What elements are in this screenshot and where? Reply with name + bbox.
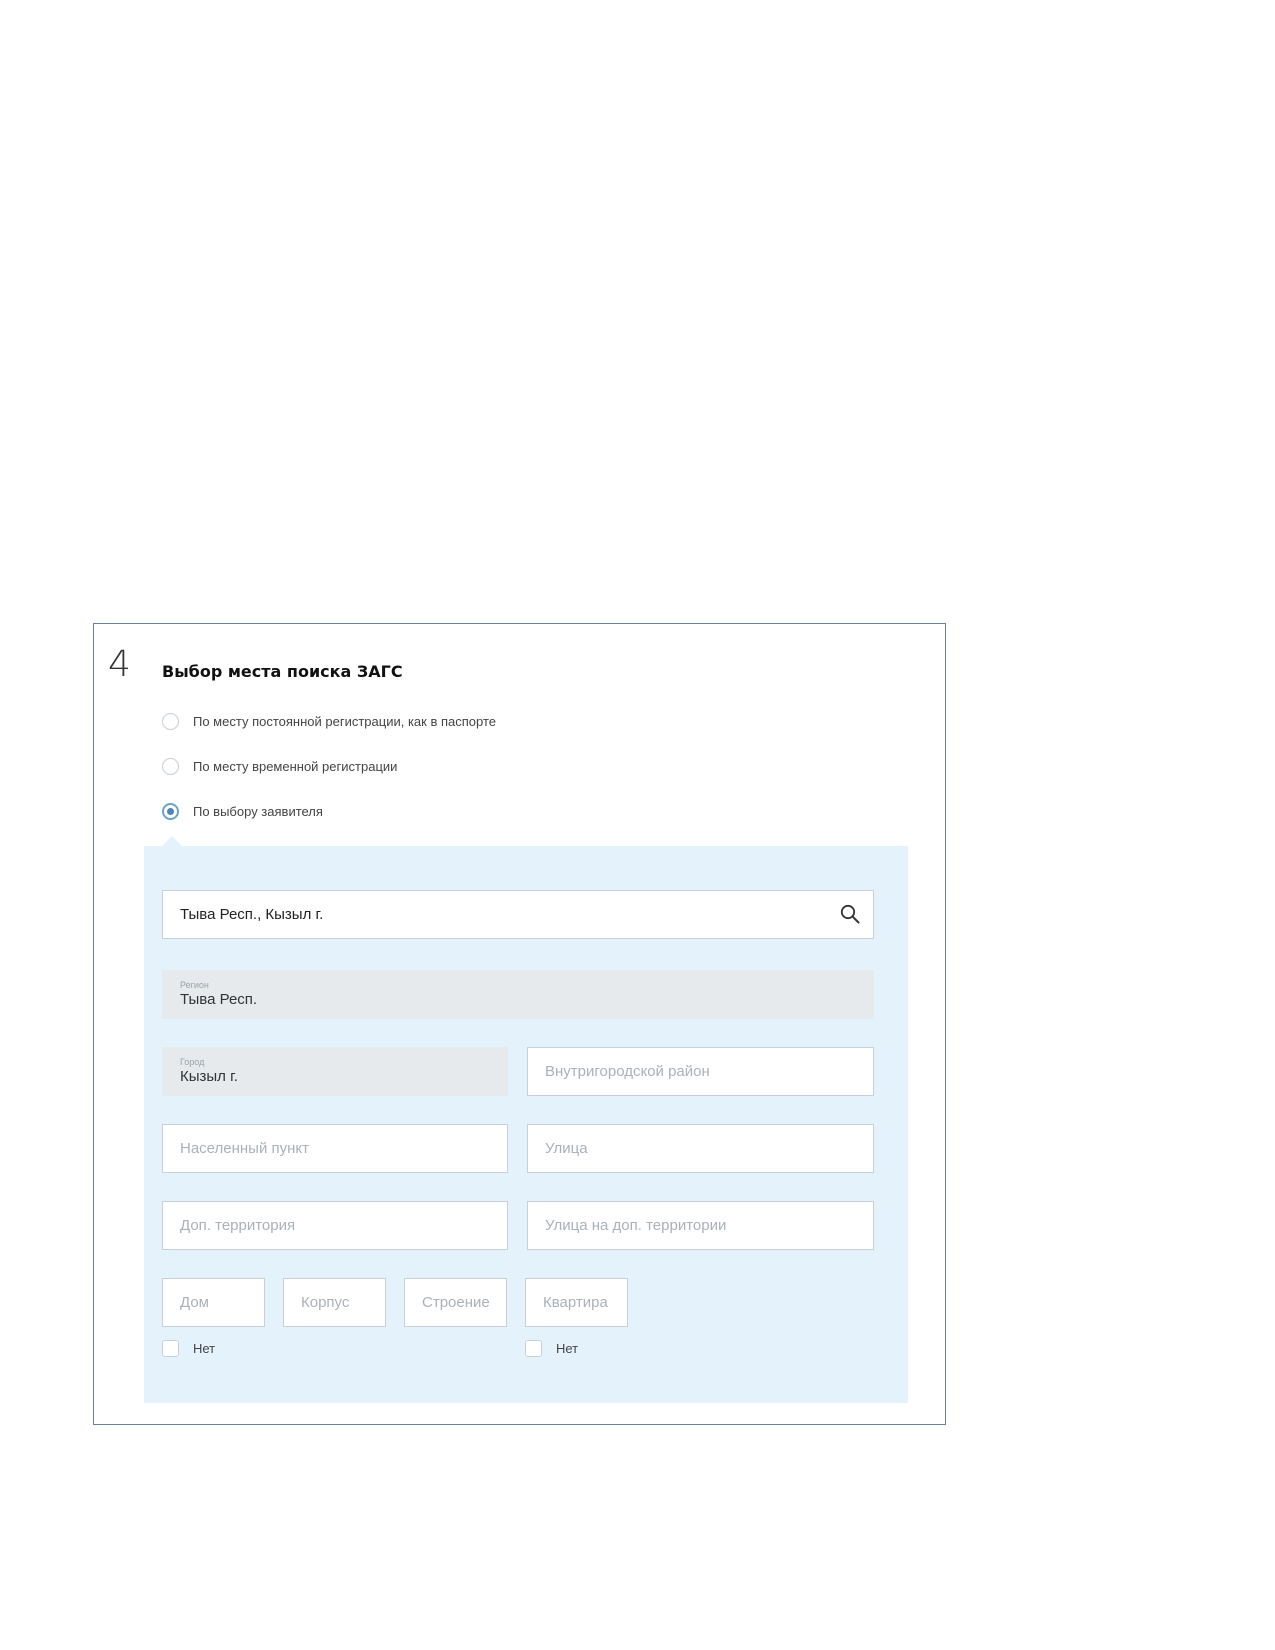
street-placeholder: Улица bbox=[545, 1140, 588, 1157]
step-number: 4 bbox=[108, 644, 131, 685]
district-placeholder: Внутригородской район bbox=[545, 1063, 710, 1080]
extra-territory-placeholder: Доп. территория bbox=[180, 1217, 296, 1234]
apartment-placeholder: Квартира bbox=[543, 1294, 608, 1311]
street-input[interactable]: Улица bbox=[527, 1124, 874, 1173]
city-field: Город Кызыл г. bbox=[162, 1047, 508, 1096]
city-value: Кызыл г. bbox=[180, 1067, 238, 1085]
building-input[interactable]: Корпус bbox=[283, 1278, 386, 1327]
city-label: Город bbox=[180, 1056, 205, 1067]
structure-placeholder: Строение bbox=[422, 1294, 490, 1311]
structure-input[interactable]: Строение bbox=[404, 1278, 507, 1327]
no-apartment-label: Нет bbox=[556, 1341, 579, 1356]
radio-permanent-registration[interactable]: По месту постоянной регистрации, как в п… bbox=[162, 713, 496, 730]
house-input[interactable]: Дом bbox=[162, 1278, 265, 1327]
extra-street-placeholder: Улица на доп. территории bbox=[545, 1217, 727, 1234]
house-placeholder: Дом bbox=[180, 1294, 209, 1311]
no-apartment-checkbox-row[interactable]: Нет bbox=[525, 1340, 578, 1357]
apartment-input[interactable]: Квартира bbox=[525, 1278, 628, 1327]
no-apartment-checkbox[interactable] bbox=[525, 1340, 542, 1357]
no-house-label: Нет bbox=[193, 1341, 216, 1356]
no-house-checkbox[interactable] bbox=[162, 1340, 179, 1357]
zags-search-place-section: 4 Выбор места поиска ЗАГС По месту посто… bbox=[93, 623, 946, 1425]
radio-button-selected[interactable] bbox=[162, 803, 179, 820]
district-input[interactable]: Внутригородской район bbox=[527, 1047, 874, 1096]
radio-applicant-choice[interactable]: По выбору заявителя bbox=[162, 803, 323, 820]
region-label: Регион bbox=[180, 979, 209, 990]
extra-territory-input[interactable]: Доп. территория bbox=[162, 1201, 508, 1250]
radio-button[interactable] bbox=[162, 713, 179, 730]
address-search-input[interactable]: Тыва Респ., Кызыл г. bbox=[162, 890, 874, 939]
address-search-value: Тыва Респ., Кызыл г. bbox=[180, 906, 324, 923]
panel-pointer bbox=[162, 836, 182, 846]
radio-label: По месту временной регистрации bbox=[193, 759, 398, 774]
address-panel: Тыва Респ., Кызыл г. Регион Тыва Респ. Г… bbox=[144, 836, 908, 1403]
radio-button[interactable] bbox=[162, 758, 179, 775]
no-house-checkbox-row[interactable]: Нет bbox=[162, 1340, 215, 1357]
radio-label: По месту постоянной регистрации, как в п… bbox=[193, 714, 496, 729]
section-title: Выбор места поиска ЗАГС bbox=[162, 662, 403, 681]
radio-temporary-registration[interactable]: По месту временной регистрации bbox=[162, 758, 397, 775]
settlement-placeholder: Населенный пункт bbox=[180, 1140, 310, 1157]
settlement-input[interactable]: Населенный пункт bbox=[162, 1124, 508, 1173]
radio-label: По выбору заявителя bbox=[193, 804, 323, 819]
region-value: Тыва Респ. bbox=[180, 990, 258, 1008]
search-icon[interactable] bbox=[840, 904, 860, 924]
building-placeholder: Корпус bbox=[301, 1294, 350, 1311]
extra-street-input[interactable]: Улица на доп. территории bbox=[527, 1201, 874, 1250]
region-field: Регион Тыва Респ. bbox=[162, 970, 874, 1019]
